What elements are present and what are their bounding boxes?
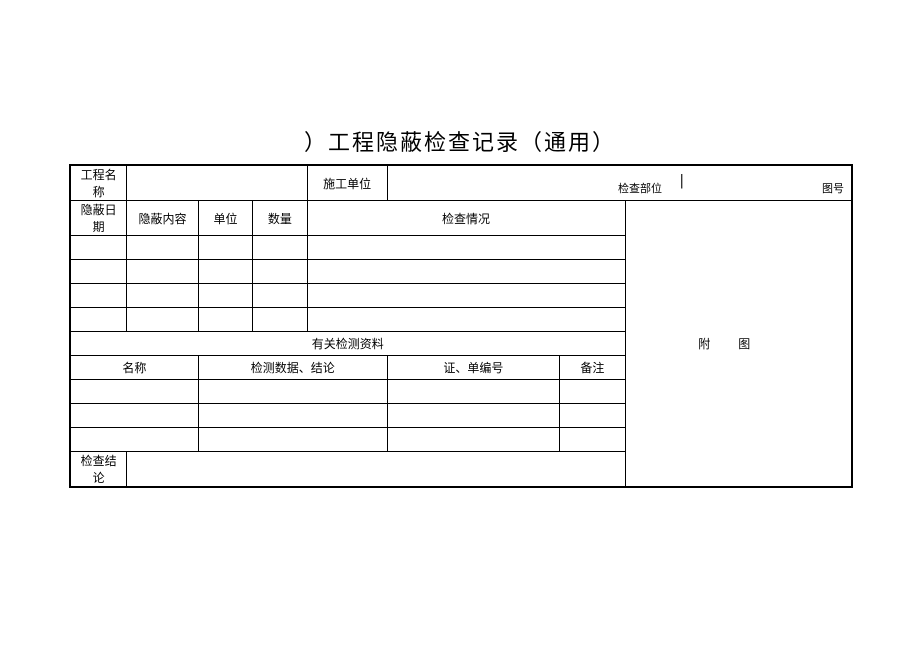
project-name-cell[interactable]	[127, 166, 307, 201]
header-row-1: 工程名称 施工单位	[71, 166, 852, 201]
overlay-check-location: 检查部位	[618, 180, 662, 196]
label-hidden-date: 隐蔽日期	[71, 201, 127, 236]
form-title: ）工程隐蔽检查记录（通用）	[0, 125, 920, 157]
label-remark: 备注	[560, 356, 626, 380]
form-table: 工程名称 施工单位 隐蔽日期 隐蔽内容 单位 数量 检查情况 附图 有关检测资料…	[69, 164, 853, 488]
label-hidden-content: 隐蔽内容	[127, 201, 199, 236]
label-qty: 数量	[253, 201, 307, 236]
label-inspection: 检查情况	[307, 201, 625, 236]
label-construction-unit: 施工单位	[307, 166, 387, 201]
text-cursor: |	[680, 172, 684, 190]
conclusion-cell[interactable]	[127, 452, 625, 487]
label-test-result: 检测数据、结论	[198, 356, 387, 380]
label-name: 名称	[71, 356, 199, 380]
label-conclusion: 检查结论	[71, 452, 127, 487]
header-row-2: 隐蔽日期 隐蔽内容 单位 数量 检查情况 附图	[71, 201, 852, 236]
label-attached: 附图	[698, 337, 778, 351]
label-unit: 单位	[198, 201, 252, 236]
attached-image-area: 附图	[625, 201, 851, 487]
label-cert-no: 证、单编号	[387, 356, 559, 380]
overlay-drawing-no: 图号	[822, 180, 844, 196]
label-test-material: 有关检测资料	[71, 332, 626, 356]
label-project-name: 工程名称	[71, 166, 127, 201]
